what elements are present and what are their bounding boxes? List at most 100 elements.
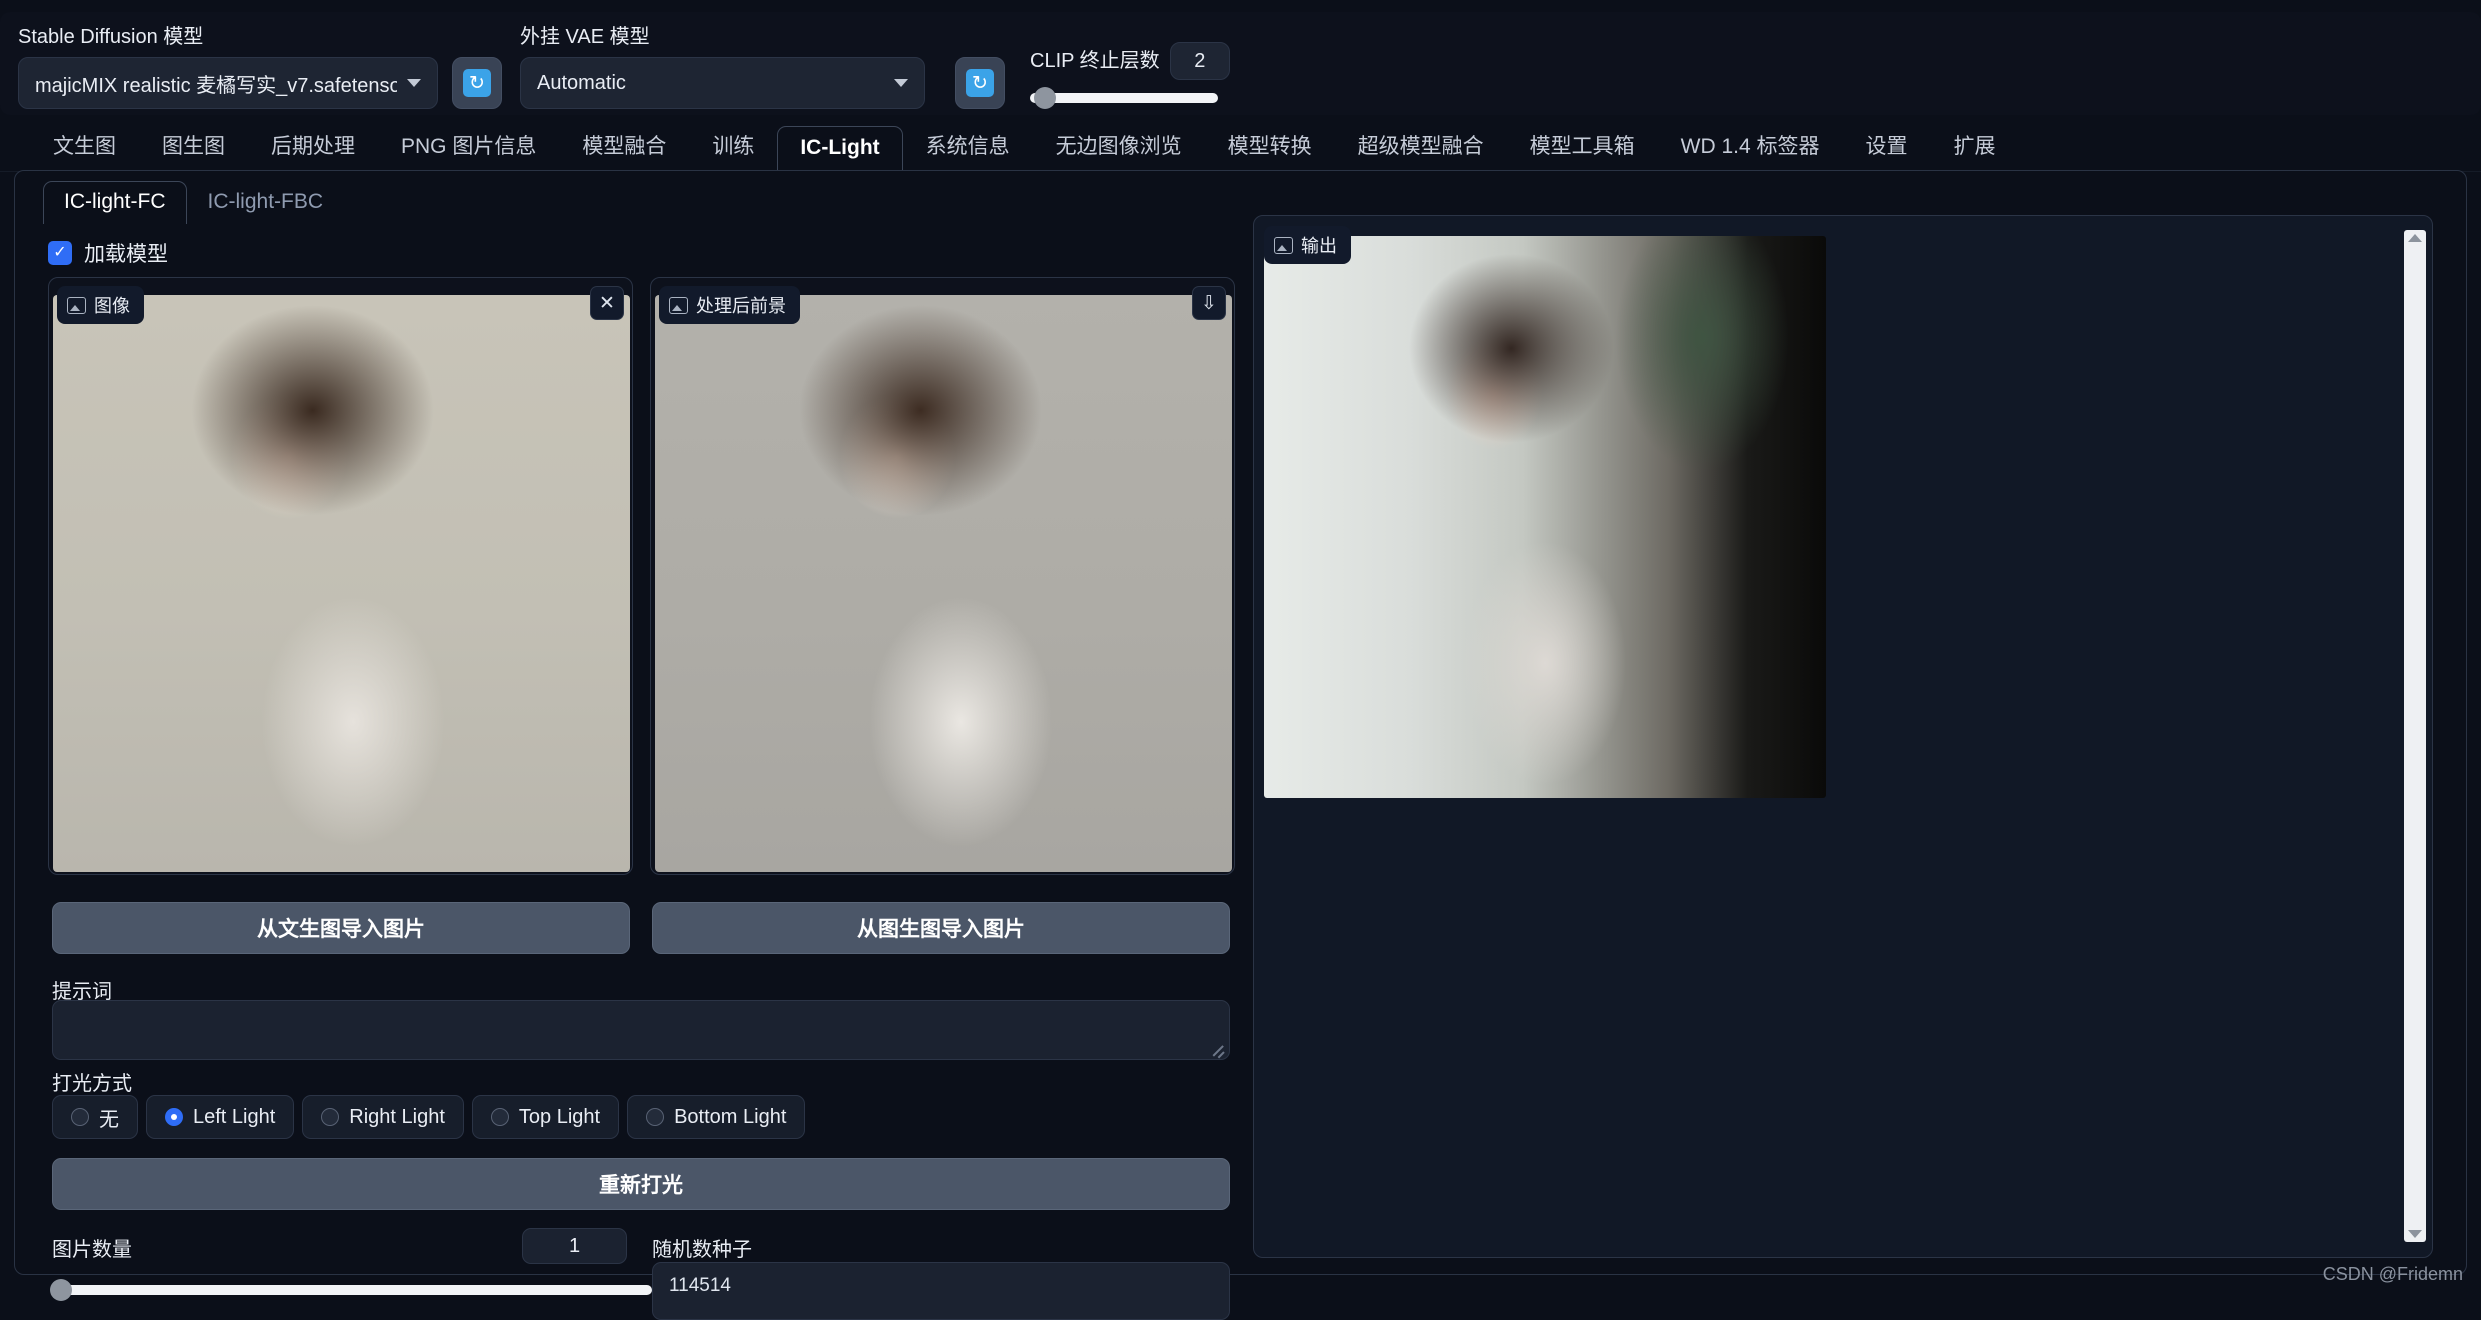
lighting-option-label: Right Light [349,1106,445,1129]
prompt-resize-grip[interactable] [1211,1041,1225,1055]
tab-wd-tagger[interactable]: WD 1.4 标签器 [1658,120,1843,171]
foreground-image-preview [655,295,1232,872]
source-image-close-button[interactable]: ✕ [590,286,624,320]
subtab-label: IC-light-FC [64,190,166,213]
tab-ic-light[interactable]: IC-Light [777,126,902,171]
batch-count-slider[interactable] [52,1285,652,1295]
tab-supermerger[interactable]: 超级模型融合 [1335,120,1507,171]
radio-icon [165,1108,183,1126]
foreground-download-button[interactable]: ⇩ [1192,286,1226,320]
tab-label: 超级模型融合 [1358,135,1484,158]
chevron-down-icon [407,79,421,87]
top-model-bar: Stable Diffusion 模型 majicMIX realistic 麦… [0,12,2481,115]
clip-skip-slider-handle[interactable] [1034,87,1056,109]
clip-skip-slider[interactable] [1030,93,1218,103]
source-image-preview [53,295,630,872]
radio-icon [321,1108,339,1126]
subtab-ic-light-fbc[interactable]: IC-light-FBC [187,181,345,224]
sd-model-label: Stable Diffusion 模型 [18,26,438,48]
source-image-tag: 图像 [57,286,144,324]
output-scrollbar[interactable] [2404,230,2426,1242]
load-model-row[interactable]: ✓ 加载模型 [48,238,168,268]
sub-tab-bar: IC-light-FC IC-light-FBC [43,181,344,224]
foreground-image-tag: 处理后前景 [659,286,800,324]
load-model-label: 加载模型 [84,238,168,268]
tab-label: 后期处理 [271,135,355,158]
tab-label: 设置 [1866,135,1908,158]
output-tag: 输出 [1264,226,1351,264]
import-from-img2img-label: 从图生图导入图片 [857,913,1025,943]
clip-skip-label: CLIP 终止层数 [1030,50,1160,72]
tab-label: 系统信息 [926,135,1010,158]
refresh-icon: ↻ [966,69,994,97]
sd-model-select[interactable]: majicMIX realistic 麦橘写实_v7.safetensors [… [18,57,438,109]
tab-model-toolkit[interactable]: 模型工具箱 [1507,120,1658,171]
lighting-option-right-light[interactable]: Right Light [302,1095,464,1139]
scroll-down-icon[interactable] [2408,1230,2422,1238]
relight-button-label: 重新打光 [599,1169,683,1199]
tab-txt2img[interactable]: 文生图 [30,120,139,171]
lighting-option-bottom-light[interactable]: Bottom Light [627,1095,805,1139]
import-from-img2img-button[interactable]: 从图生图导入图片 [652,902,1230,954]
tab-label: 模型工具箱 [1530,135,1635,158]
vae-model-select[interactable]: Automatic [520,57,925,109]
tab-train[interactable]: 训练 [689,120,777,171]
tab-extensions[interactable]: 扩展 [1931,120,2019,171]
radio-icon [491,1108,509,1126]
lighting-option-label: 无 [99,1103,119,1132]
output-image-preview[interactable] [1264,236,1826,798]
tab-checkpoint-merger[interactable]: 模型融合 [559,120,689,171]
tab-system-info[interactable]: 系统信息 [903,120,1033,171]
output-panel: 输出 [1253,215,2433,1258]
seed-input[interactable]: 114514 [652,1262,1230,1320]
tab-infinite-image-browsing[interactable]: 无边图像浏览 [1033,120,1205,171]
clip-skip-value[interactable]: 2 [1170,42,1230,80]
import-from-txt2img-button[interactable]: 从文生图导入图片 [52,902,630,954]
batch-count-value[interactable]: 1 [522,1228,627,1264]
sd-model-group: Stable Diffusion 模型 majicMIX realistic 麦… [18,26,438,109]
image-icon [1274,237,1293,254]
batch-count-label: 图片数量 [52,1233,132,1262]
tab-label: 无边图像浏览 [1056,135,1182,158]
lighting-options: 无 Left Light Right Light Top Light Botto… [52,1095,805,1139]
sd-model-refresh-button[interactable]: ↻ [452,57,502,109]
tab-label: WD 1.4 标签器 [1681,135,1820,158]
relight-button[interactable]: 重新打光 [52,1158,1230,1210]
sd-model-value: majicMIX realistic 麦橘写实_v7.safetensors [… [35,69,397,98]
lighting-label: 打光方式 [52,1067,132,1096]
subtab-label: IC-light-FBC [208,190,324,213]
source-image-panel[interactable]: 图像 ✕ [48,277,633,875]
tab-label: 模型转换 [1228,135,1312,158]
tab-label: 模型融合 [582,135,666,158]
foreground-image-panel[interactable]: 处理后前景 ⇩ [650,277,1235,875]
clip-skip-group: CLIP 终止层数 2 [1030,42,1230,103]
watermark: CSDN @Fridemn [2323,1264,2463,1285]
batch-count-slider-handle[interactable] [50,1279,72,1301]
vae-model-group: 外挂 VAE 模型 Automatic [520,26,925,109]
chevron-down-icon [894,79,908,87]
tab-settings[interactable]: 设置 [1843,120,1931,171]
download-icon: ⇩ [1201,294,1217,313]
tab-img2img[interactable]: 图生图 [139,120,248,171]
scroll-up-icon[interactable] [2408,234,2422,242]
tab-png-info[interactable]: PNG 图片信息 [378,120,559,171]
tab-label: 文生图 [53,135,116,158]
main-tab-bar: 文生图 图生图 后期处理 PNG 图片信息 模型融合 训练 IC-Light 系… [0,120,2481,172]
lighting-option-left-light[interactable]: Left Light [146,1095,294,1139]
refresh-icon: ↻ [463,69,491,97]
load-model-checkbox[interactable]: ✓ [48,241,72,265]
lighting-option-none[interactable]: 无 [52,1095,138,1139]
tab-label: PNG 图片信息 [401,135,536,158]
vae-model-label: 外挂 VAE 模型 [520,26,925,48]
tab-model-converter[interactable]: 模型转换 [1205,120,1335,171]
lighting-option-top-light[interactable]: Top Light [472,1095,619,1139]
vae-model-value: Automatic [537,72,884,95]
tab-label: 图生图 [162,135,225,158]
subtab-ic-light-fc[interactable]: IC-light-FC [43,181,187,224]
source-image-title: 图像 [94,292,130,318]
image-icon [67,297,86,314]
prompt-input[interactable] [52,1000,1230,1060]
tab-extras[interactable]: 后期处理 [248,120,378,171]
tab-label: 训练 [712,135,754,158]
vae-model-refresh-button[interactable]: ↻ [955,57,1005,109]
